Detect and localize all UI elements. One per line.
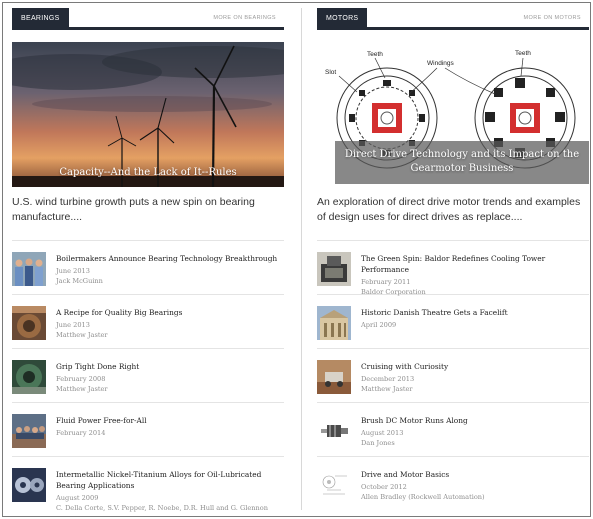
category-tab[interactable]: Bearings — [12, 8, 69, 30]
article-title[interactable]: Drive and Motor Basics — [361, 469, 589, 480]
article-author: C. Della Corte, S.V. Pepper, R. Noebe, D… — [56, 504, 268, 512]
article-title[interactable]: Brush DC Motor Runs Along — [361, 415, 589, 426]
article-date: December 2013 — [361, 375, 415, 383]
article-list: The Green Spin: Baldor Redefines Cooling… — [317, 240, 589, 519]
feature-image[interactable]: Capacity--And the Lack of It--Rules — [12, 42, 284, 187]
windings-label: Windings — [427, 60, 454, 67]
article-title[interactable]: Cruising with Curiosity — [361, 361, 589, 372]
article-date: August 2013 — [361, 429, 404, 437]
article-date: June 2013 — [56, 321, 90, 329]
article-date: August 2009 — [56, 494, 99, 502]
article-thumbnail[interactable] — [12, 252, 46, 286]
article-date: February 2008 — [56, 375, 106, 383]
article-author: Dan Jones — [361, 439, 395, 447]
list-item[interactable]: Historic Danish Theatre Gets a Facelift … — [317, 295, 589, 349]
list-item[interactable]: Fluid Power Free-for-All February 2014 — [12, 403, 284, 457]
article-thumbnail[interactable] — [12, 306, 46, 340]
bearings-column: Bearings More on Bearings — [12, 8, 284, 519]
article-thumbnail[interactable] — [317, 360, 351, 394]
article-thumbnail[interactable] — [317, 468, 351, 502]
article-thumbnail[interactable] — [12, 414, 46, 448]
article-title[interactable]: The Green Spin: Baldor Redefines Cooling… — [361, 253, 589, 275]
article-title[interactable]: A Recipe for Quality Big Bearings — [56, 307, 284, 318]
article-date: February 2014 — [56, 429, 106, 437]
list-item[interactable]: Drive and Motor Basics October 2012 Alle… — [317, 457, 589, 519]
motors-column: Motors More on Motors — [317, 8, 589, 519]
article-title[interactable]: Fluid Power Free-for-All — [56, 415, 284, 426]
article-thumbnail[interactable] — [317, 414, 351, 448]
article-date: April 2009 — [361, 321, 397, 329]
feature-excerpt: An exploration of direct drive motor tre… — [317, 196, 581, 223]
article-title[interactable]: Intermetallic Nickel-Titanium Alloys for… — [56, 469, 284, 491]
article-author: Allen Bradley (Rockwell Automation) — [361, 493, 485, 501]
article-date: June 2013 — [56, 267, 90, 275]
category-tab[interactable]: Motors — [317, 8, 368, 30]
slot-label: Slot — [325, 69, 336, 76]
feature-caption[interactable]: Capacity--And the Lack of It--Rules — [12, 166, 284, 180]
list-item[interactable]: A Recipe for Quality Big Bearings June 2… — [12, 295, 284, 349]
teeth-label-right: Teeth — [515, 50, 531, 57]
teeth-label-left: Teeth — [367, 51, 383, 58]
article-date: February 2011 — [361, 278, 411, 286]
article-title[interactable]: Historic Danish Theatre Gets a Facelift — [361, 307, 589, 318]
article-author: Matthew Jaster — [56, 331, 108, 339]
article-title[interactable]: Grip Tight Done Right — [56, 361, 284, 372]
article-thumbnail[interactable] — [12, 468, 46, 502]
article-author: Matthew Jaster — [361, 385, 413, 393]
feature-caption[interactable]: Direct Drive Technology and its Impact o… — [335, 148, 589, 176]
list-item[interactable]: Cruising with Curiosity December 2013 Ma… — [317, 349, 589, 403]
article-title[interactable]: Boilermakers Announce Bearing Technology… — [56, 253, 284, 264]
article-list: Boilermakers Announce Bearing Technology… — [12, 240, 284, 519]
article-thumbnail[interactable] — [317, 306, 351, 340]
article-thumbnail[interactable] — [317, 252, 351, 286]
list-item[interactable]: The Green Spin: Baldor Redefines Cooling… — [317, 241, 589, 296]
list-item[interactable]: Boilermakers Announce Bearing Technology… — [12, 241, 284, 295]
section-header: Motors More on Motors — [317, 8, 589, 30]
more-link[interactable]: More on Motors — [524, 15, 581, 21]
section-header: Bearings More on Bearings — [12, 8, 284, 30]
more-link[interactable]: More on Bearings — [213, 15, 276, 21]
article-author: Jack McGuinn — [56, 277, 103, 285]
article-author: Matthew Jaster — [56, 385, 108, 393]
feature-image[interactable]: Teeth Windings Slot Teeth Direct Drive T… — [317, 42, 589, 187]
list-item[interactable]: Brush DC Motor Runs Along August 2013 Da… — [317, 403, 589, 457]
column-divider — [301, 8, 302, 510]
list-item[interactable]: Grip Tight Done Right February 2008 Matt… — [12, 349, 284, 403]
article-thumbnail[interactable] — [12, 360, 46, 394]
feature-excerpt: U.S. wind turbine growth puts a new spin… — [12, 196, 255, 223]
article-date: October 2012 — [361, 483, 407, 491]
list-item[interactable]: Intermetallic Nickel-Titanium Alloys for… — [12, 457, 284, 519]
